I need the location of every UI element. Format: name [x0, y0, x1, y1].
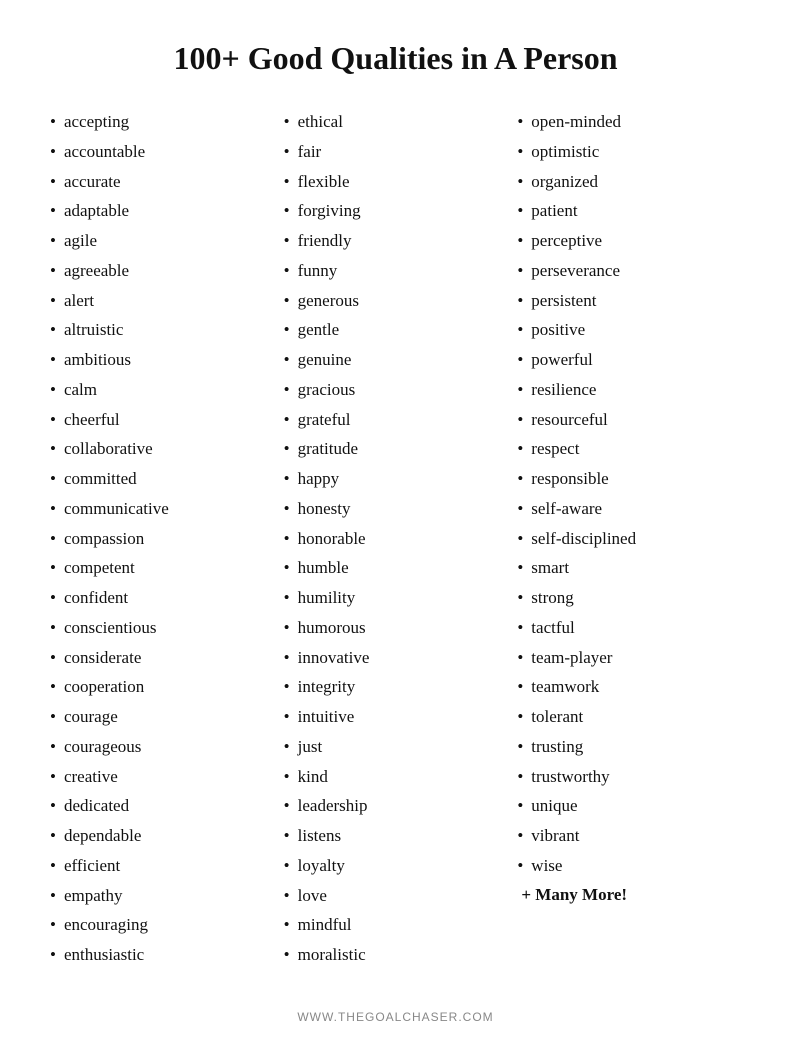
list-item: resilience: [517, 375, 741, 405]
list-item: leadership: [284, 791, 508, 821]
list-item: creative: [50, 762, 274, 792]
list-item: funny: [284, 256, 508, 286]
list-item: generous: [284, 286, 508, 316]
list-item: kind: [284, 762, 508, 792]
list-item: gracious: [284, 375, 508, 405]
list-item: communicative: [50, 494, 274, 524]
list-item: considerate: [50, 643, 274, 673]
column-2: ethicalfairflexibleforgivingfriendlyfunn…: [284, 107, 508, 970]
list-item: forgiving: [284, 196, 508, 226]
list-item: patient: [517, 196, 741, 226]
list-item: friendly: [284, 226, 508, 256]
list-item: humility: [284, 583, 508, 613]
list-item: positive: [517, 315, 741, 345]
list-item: compassion: [50, 524, 274, 554]
list-item: smart: [517, 553, 741, 583]
list-item: perseverance: [517, 256, 741, 286]
list-item: efficient: [50, 851, 274, 881]
list-item: humble: [284, 553, 508, 583]
list-item: enthusiastic: [50, 940, 274, 970]
list-item: powerful: [517, 345, 741, 375]
list-item: accountable: [50, 137, 274, 167]
list-item: happy: [284, 464, 508, 494]
list-item: ethical: [284, 107, 508, 137]
list-item: dedicated: [50, 791, 274, 821]
list-item: just: [284, 732, 508, 762]
list-item: confident: [50, 583, 274, 613]
list-item: honesty: [284, 494, 508, 524]
footer-url: WWW.THEGOALCHASER.COM: [297, 970, 493, 1024]
list-item: adaptable: [50, 196, 274, 226]
list-item: self-disciplined: [517, 524, 741, 554]
page-title: 100+ Good Qualities in A Person: [173, 40, 617, 77]
list-item: courage: [50, 702, 274, 732]
list-item: cheerful: [50, 405, 274, 435]
plus-more-label: + Many More!: [517, 885, 741, 905]
list-item: organized: [517, 167, 741, 197]
list-item: collaborative: [50, 434, 274, 464]
list-item: strong: [517, 583, 741, 613]
list-item: unique: [517, 791, 741, 821]
list-item: vibrant: [517, 821, 741, 851]
list-item: tactful: [517, 613, 741, 643]
list-item: persistent: [517, 286, 741, 316]
list-item: flexible: [284, 167, 508, 197]
list-item: fair: [284, 137, 508, 167]
list-item: open-minded: [517, 107, 741, 137]
column-1: acceptingaccountableaccurateadaptableagi…: [50, 107, 274, 970]
columns-wrapper: acceptingaccountableaccurateadaptableagi…: [50, 107, 741, 970]
list-item: perceptive: [517, 226, 741, 256]
list-item: empathy: [50, 881, 274, 911]
list-item: accepting: [50, 107, 274, 137]
list-item: agile: [50, 226, 274, 256]
list-item: trusting: [517, 732, 741, 762]
list-item: agreeable: [50, 256, 274, 286]
list-item: honorable: [284, 524, 508, 554]
list-item: teamwork: [517, 672, 741, 702]
list-item: innovative: [284, 643, 508, 673]
list-item: self-aware: [517, 494, 741, 524]
list-item: cooperation: [50, 672, 274, 702]
list-item: moralistic: [284, 940, 508, 970]
list-item: genuine: [284, 345, 508, 375]
list-item: mindful: [284, 910, 508, 940]
list-item: calm: [50, 375, 274, 405]
list-item: competent: [50, 553, 274, 583]
list-item: optimistic: [517, 137, 741, 167]
list-item: gratitude: [284, 434, 508, 464]
list-item: humorous: [284, 613, 508, 643]
list-item: accurate: [50, 167, 274, 197]
list-item: love: [284, 881, 508, 911]
list-item: listens: [284, 821, 508, 851]
list-item: trustworthy: [517, 762, 741, 792]
list-item: committed: [50, 464, 274, 494]
list-item: ambitious: [50, 345, 274, 375]
list-item: gentle: [284, 315, 508, 345]
column-3: open-mindedoptimisticorganizedpatientper…: [517, 107, 741, 970]
list-item: dependable: [50, 821, 274, 851]
list-item: team-player: [517, 643, 741, 673]
list-item: grateful: [284, 405, 508, 435]
list-item: intuitive: [284, 702, 508, 732]
list-item: resourceful: [517, 405, 741, 435]
list-item: tolerant: [517, 702, 741, 732]
list-item: responsible: [517, 464, 741, 494]
list-item: altruistic: [50, 315, 274, 345]
list-item: integrity: [284, 672, 508, 702]
list-item: respect: [517, 434, 741, 464]
list-item: wise: [517, 851, 741, 881]
list-item: courageous: [50, 732, 274, 762]
list-item: conscientious: [50, 613, 274, 643]
list-item: alert: [50, 286, 274, 316]
list-item: encouraging: [50, 910, 274, 940]
list-item: loyalty: [284, 851, 508, 881]
